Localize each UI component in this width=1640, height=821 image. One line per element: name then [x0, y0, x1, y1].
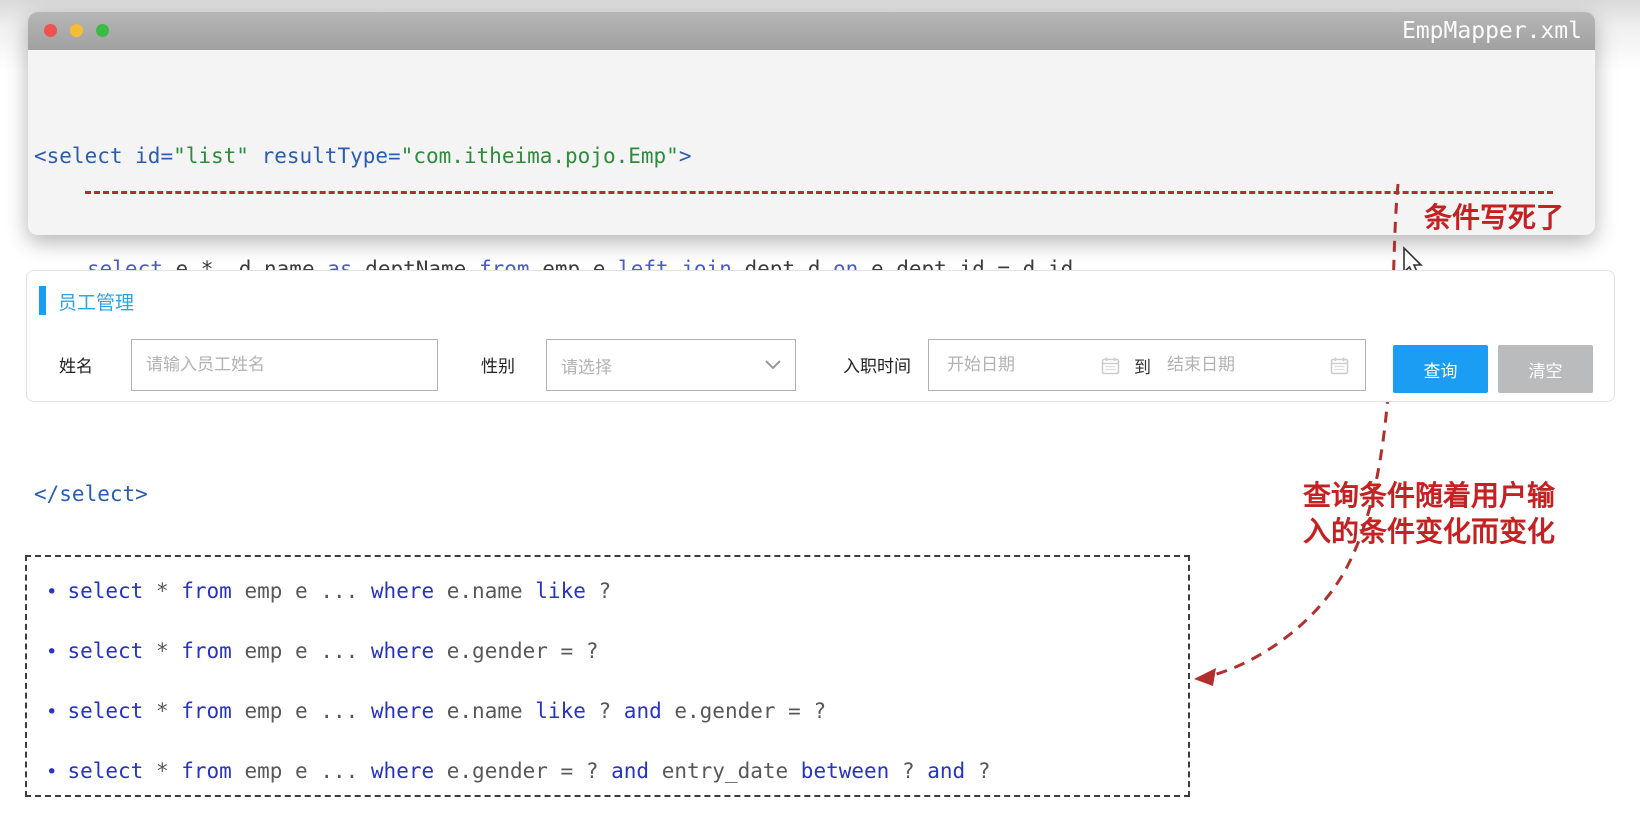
dynamic-note: 查询条件随着用户输 入的条件变化而变化 — [1295, 478, 1563, 550]
bullet-icon: • — [27, 641, 67, 663]
bullet-icon: • — [27, 581, 67, 603]
entry-date-range: 到 — [928, 339, 1366, 391]
sql-example-text: select * from emp e ... where e.gender =… — [67, 639, 598, 663]
code-area: <select id="list" resultType="com.itheim… — [28, 50, 1595, 235]
sql-example-1: •select * from emp e ... where e.name li… — [27, 561, 1188, 621]
sql-example-2: •select * from emp e ... where e.gender … — [27, 621, 1188, 681]
end-date-input[interactable] — [1165, 354, 1319, 376]
close-icon[interactable] — [44, 24, 57, 37]
code-line-select-open: <select id="list" resultType="com.itheim… — [34, 138, 1595, 176]
editor-titlebar: EmpMapper.xml — [28, 12, 1595, 50]
calendar-icon — [1101, 356, 1120, 375]
sql-example-text: select * from emp e ... where e.name lik… — [67, 699, 826, 723]
clear-button[interactable]: 清空 — [1498, 345, 1593, 393]
entry-date-label: 入职时间 — [843, 355, 911, 379]
calendar-icon — [1330, 356, 1349, 375]
date-separator: 到 — [1134, 353, 1151, 378]
sql-example-text: select * from emp e ... where e.name lik… — [67, 579, 611, 603]
search-button[interactable]: 查询 — [1393, 345, 1488, 393]
hardcoded-note: 条件写死了 — [1424, 196, 1564, 236]
bullet-icon: • — [27, 761, 67, 783]
maximize-icon[interactable] — [96, 24, 109, 37]
annotation-arrowhead-icon — [1194, 668, 1216, 686]
gender-label: 性别 — [481, 355, 515, 379]
window-title: EmpMapper.xml — [1402, 18, 1582, 44]
sql-example-text: select * from emp e ... where e.gender =… — [67, 759, 990, 783]
chevron-down-icon — [765, 360, 781, 370]
form-title-bar — [39, 286, 46, 315]
dynamic-note-line2: 入的条件变化而变化 — [1295, 514, 1563, 550]
editor-window: EmpMapper.xml <select id="list" resultTy… — [28, 12, 1595, 235]
gender-select-value: 请选择 — [561, 353, 612, 378]
sql-example-4: •select * from emp e ... where e.gender … — [27, 741, 1188, 801]
sql-examples-box: •select * from emp e ... where e.name li… — [25, 555, 1190, 797]
start-date-input[interactable] — [945, 354, 1101, 376]
name-label: 姓名 — [59, 355, 93, 379]
sql-example-3: •select * from emp e ... where e.name li… — [27, 681, 1188, 741]
bullet-icon: • — [27, 701, 67, 723]
dynamic-note-line1: 查询条件随着用户输 — [1295, 478, 1563, 514]
form-title: 员工管理 — [58, 288, 134, 315]
name-input[interactable] — [131, 339, 438, 391]
minimize-icon[interactable] — [70, 24, 83, 37]
gender-select[interactable]: 请选择 — [546, 339, 796, 391]
hardcoded-underline — [85, 191, 1553, 194]
employee-form-card: 员工管理 姓名 性别 请选择 入职时间 到 查询 清空 — [26, 270, 1615, 402]
